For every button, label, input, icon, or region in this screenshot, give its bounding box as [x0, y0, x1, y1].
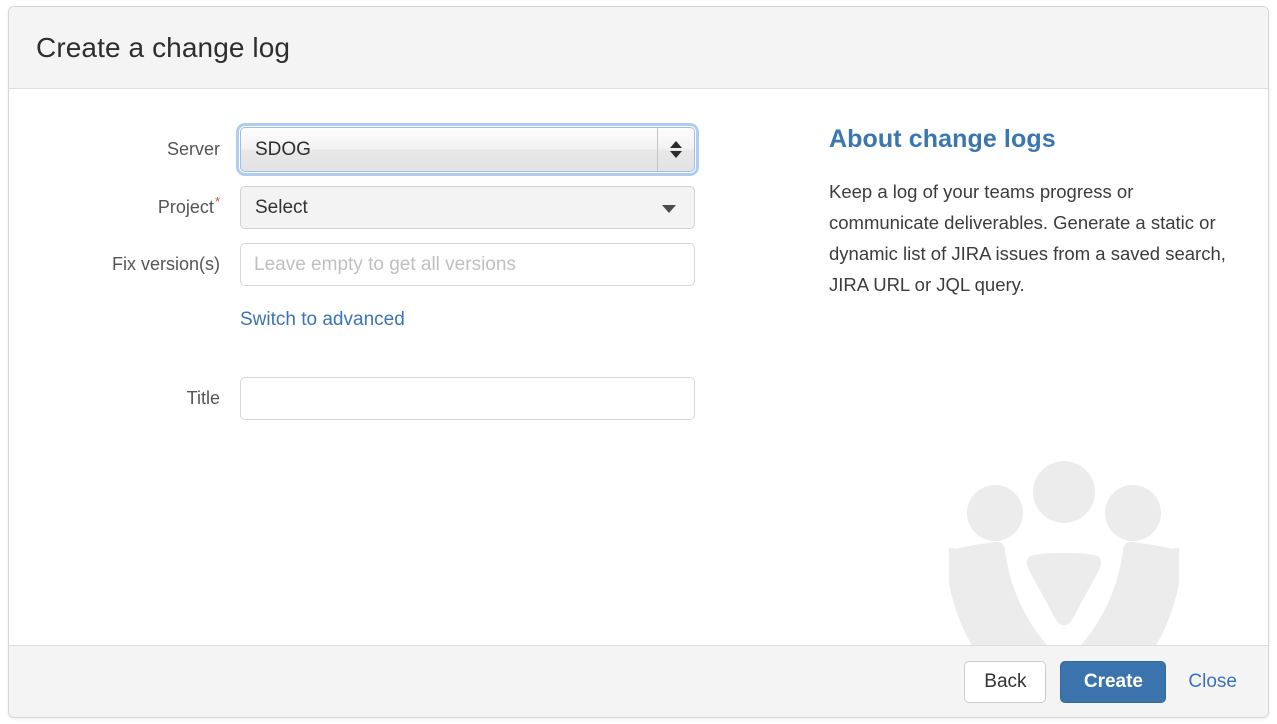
form-column: Server SDOG Project* Select Fix version(… — [9, 89, 719, 645]
fix-versions-label: Fix version(s) — [111, 254, 220, 274]
chevron-down-icon[interactable] — [662, 204, 676, 213]
dialog-header: Create a change log — [9, 7, 1268, 89]
info-body-text: Keep a log of your teams progress or com… — [829, 181, 1226, 295]
required-asterisk: * — [214, 194, 220, 209]
field-row-server: Server SDOG — [9, 123, 719, 176]
server-select-value: SDOG — [255, 138, 311, 160]
close-button[interactable]: Close — [1184, 671, 1241, 693]
info-column: About change logs Keep a log of your tea… — [719, 89, 1268, 645]
title-input[interactable] — [240, 377, 695, 420]
fix-versions-input[interactable] — [240, 243, 695, 286]
advanced-link-row: Switch to advanced — [9, 309, 719, 331]
back-button[interactable]: Back — [964, 660, 1047, 703]
dialog-footer: Back Create Close — [9, 645, 1268, 717]
project-label: Project* — [9, 194, 240, 218]
switch-to-advanced-link[interactable]: Switch to advanced — [240, 309, 405, 331]
server-select[interactable]: SDOG — [236, 123, 699, 176]
fix-versions-control-wrap — [240, 243, 695, 286]
dialog-body: Server SDOG Project* Select Fix version(… — [9, 89, 1268, 645]
server-label: Server — [166, 139, 220, 159]
server-stepper[interactable] — [657, 128, 694, 171]
project-control-wrap: Select — [240, 186, 695, 229]
label-spacer — [9, 309, 240, 331]
page-title: Create a change log — [36, 31, 291, 63]
project-label-text: Project — [157, 197, 214, 217]
server-control-wrap: SDOG — [236, 123, 699, 176]
field-row-fix-versions: Fix version(s) — [9, 243, 719, 286]
create-button[interactable]: Create — [1060, 660, 1167, 703]
field-row-title: Title — [9, 377, 719, 420]
info-heading: About change logs — [829, 125, 1056, 153]
title-control-wrap — [240, 377, 695, 420]
triangle-up-icon[interactable] — [670, 141, 682, 148]
project-select[interactable]: Select — [240, 186, 695, 229]
triangle-down-icon[interactable] — [670, 151, 682, 158]
title-label: Title — [186, 388, 220, 408]
project-select-value: Select — [255, 196, 308, 218]
create-change-log-dialog: Create a change log Server SDOG Project*… — [8, 6, 1269, 718]
field-row-project: Project* Select — [9, 186, 719, 229]
